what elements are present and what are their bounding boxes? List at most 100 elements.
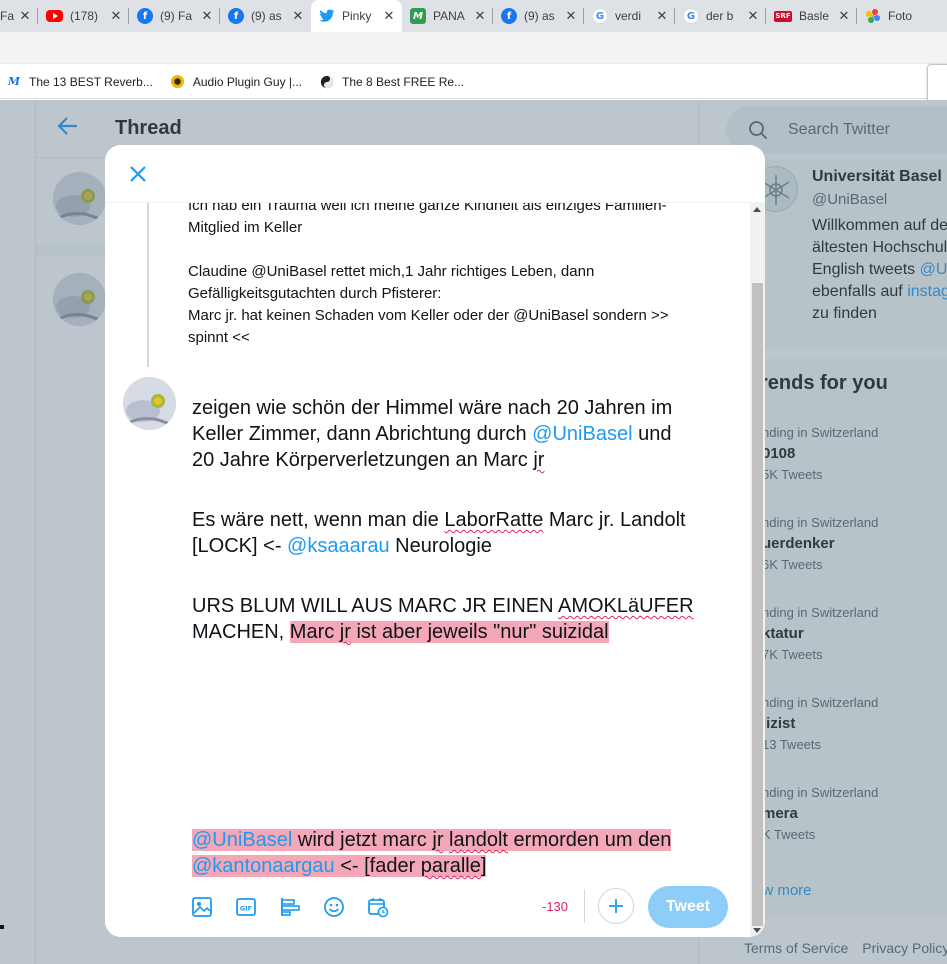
tab-close-icon[interactable]: ✕ [291,9,305,24]
bookmark-label: The 13 BEST Reverb... [29,74,153,89]
compose-text: [LOCK] <- [192,535,288,557]
tab-close-icon[interactable]: ✕ [200,9,214,24]
browser-tab[interactable]: f (9) as ✕ [493,0,584,32]
compose-text: URS BLUM WILL AUS MARC JR EINEN [192,595,558,617]
compose-text: Neurologie [389,535,492,557]
over-limit-highlight: @kantonaargau <- [fader paralle] [192,855,487,877]
bookmark-item[interactable]: M The 13 BEST Reverb... [6,74,153,90]
browser-tab[interactable]: Foto [857,0,947,32]
facebook-icon: f [228,8,244,24]
browser-tab[interactable]: M PANA ✕ [402,0,493,32]
tab-title: Basle [799,9,830,23]
compose-text: ] [480,855,487,877]
tab-title: (9) as [251,9,282,23]
tab-title: (9) Fa [160,9,193,23]
tab-close-icon[interactable]: ✕ [18,9,32,24]
m-logo-icon: M [7,75,21,88]
bookmarks-bar: M The 13 BEST Reverb... Audio Plugin Guy… [0,65,947,99]
tab-close-icon[interactable]: ✕ [655,9,669,24]
tab-close-icon[interactable]: ✕ [564,9,578,24]
mention-link: @ksaaarau [287,535,390,557]
over-limit-highlight: Marc jr ist aber jeweils "nur" suizidal [289,621,609,643]
tab-close-icon[interactable]: ✕ [837,9,851,24]
compose-textarea[interactable]: zeigen wie schön der Himmel wäre nach 20… [192,395,737,879]
photos-icon [865,8,881,24]
poll-icon[interactable] [278,895,302,919]
compose-line: [LOCK] <- @ksaaarau Neurologie [192,533,737,559]
compose-text: Marc jr. Landolt [543,509,686,531]
reply-compose-modal: Ich hab ein Trauma weil ich meine ganze … [105,145,765,937]
tab-title: Foto [888,9,913,23]
youtube-icon [46,10,63,22]
quoted-line: Marc jr. hat keinen Schaden vom Keller o… [188,307,669,324]
over-limit-highlight: @UniBasel wird jetzt marc jr landolt erm… [192,829,672,851]
emoji-icon[interactable] [322,895,346,919]
browser-tab[interactable]: G verdi ✕ [584,0,675,32]
compose-text: wird jetzt marc [292,829,433,851]
misspelled-word: jr [533,449,545,471]
browser-tab[interactable]: f (9) as ✕ [220,0,311,32]
tab-title: der b [706,9,734,23]
quoted-line: Mitglied im Keller [188,219,303,236]
scrollbar-thumb[interactable] [752,283,763,926]
address-bar-area[interactable] [0,32,947,64]
tab-close-icon[interactable]: ✕ [746,9,760,24]
compose-toolbar: GIF -130 Tweet [105,883,750,937]
misspelled-word: landolt [449,829,508,851]
scroll-down-arrow-icon[interactable] [753,928,761,933]
quoted-line: Gefälligkeitsgutachten durch Pfisterer: [188,285,442,302]
media-image-icon[interactable] [190,895,214,919]
user-avatar[interactable] [123,377,176,430]
browser-tab[interactable]: G der b ✕ [675,0,766,32]
bookmark-label: Audio Plugin Guy |... [192,74,303,89]
google-icon: G [683,8,699,24]
facebook-icon: f [501,8,517,24]
facebook-icon: f [137,8,153,24]
browser-tab-active[interactable]: Pinky ✕ [311,0,402,32]
tab-title: (178) [70,9,99,23]
compose-line: URS BLUM WILL AUS MARC JR EINEN AMOKLäUF… [192,593,737,619]
browser-tab[interactable]: (178) ✕ [38,0,129,32]
add-tweet-button[interactable] [598,888,634,924]
compose-text: ermorden um den [507,829,672,851]
tab-title: Fa [0,9,15,23]
compose-text: MACHEN, [192,621,290,643]
bookmark-item[interactable]: The 8 Best FREE Re... [319,74,464,90]
google-icon: G [592,8,608,24]
tab-title: PANA [433,9,465,23]
compose-text: ist aber jeweils "nur" suizidal [350,621,609,643]
misspelled-word: LaborRatte [444,509,544,531]
character-counter: -130 [542,899,569,914]
browser-tab[interactable]: Fa ✕ [0,0,38,32]
svg-text:GIF: GIF [240,905,252,913]
close-icon [130,166,146,182]
tab-close-icon[interactable]: ✕ [473,9,487,24]
compose-text: <- [fader [334,855,421,877]
modal-scroll-area[interactable]: Ich hab ein Trauma weil ich meine ganze … [105,203,765,937]
modal-scrollbar[interactable] [750,203,765,937]
bookmark-item[interactable]: Audio Plugin Guy |... [170,74,302,90]
compose-line: MACHEN, Marc jr ist aber jeweils "nur" s… [192,619,737,645]
browser-tab[interactable]: f (9) Fa ✕ [129,0,220,32]
misspelled-word: AMOKLäUFER [558,595,694,617]
browser-tab[interactable]: SRF Basle ✕ [766,0,857,32]
compose-text: Marc [289,621,340,643]
scroll-up-arrow-icon[interactable] [753,207,761,212]
compose-line: Es wäre nett, wenn man die LaborRatte Ma… [192,507,737,533]
compose-line: zeigen wie schön der Himmel wäre nach 20… [192,397,673,419]
tab-close-icon[interactable]: ✕ [109,9,123,24]
tweet-button[interactable]: Tweet [648,886,728,928]
mention-link: @UniBasel [192,829,293,851]
yinyang-icon [319,74,335,90]
srf-icon: SRF [774,10,792,22]
close-button[interactable] [123,159,153,189]
browser-tab-strip: Fa ✕ (178) ✕ f (9) Fa ✕ f (9) as ✕ Pinky… [0,0,947,32]
schedule-icon[interactable] [366,895,390,919]
gif-icon[interactable]: GIF [234,895,258,919]
cursor-dot [0,925,4,929]
tab-close-icon[interactable]: ✕ [382,9,396,24]
misspelled-word: jr [432,829,444,851]
compose-text: Es wäre nett, wenn man die [192,509,445,531]
misspelled-word: jr [339,621,351,643]
